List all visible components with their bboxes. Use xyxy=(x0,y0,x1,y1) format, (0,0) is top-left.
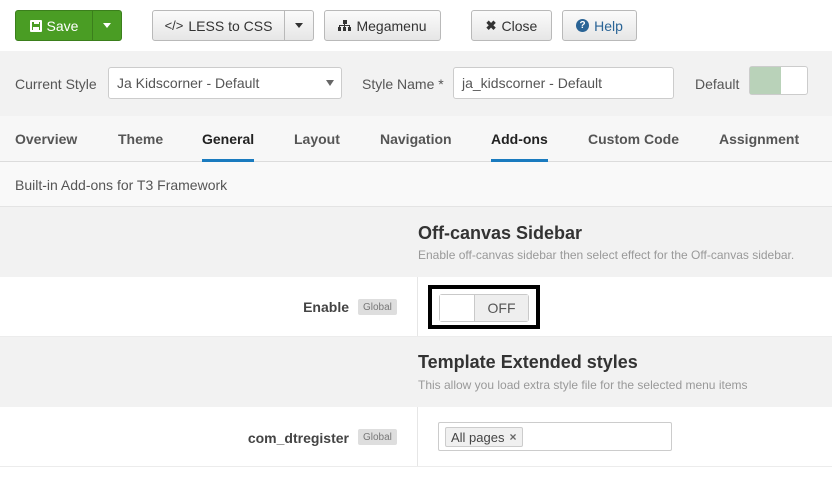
enable-toggle-state: OFF xyxy=(475,295,528,321)
section-title: Off-canvas Sidebar xyxy=(418,223,583,243)
tab-overview-label: Overview xyxy=(15,131,78,147)
tab-layout[interactable]: Layout xyxy=(294,116,340,162)
less-to-css-button[interactable]: </> LESS to CSS xyxy=(152,10,285,41)
save-dropdown-button[interactable] xyxy=(92,10,122,41)
section-header-extended-styles: Template Extended styles This allow you … xyxy=(0,337,832,407)
field-label: Enable xyxy=(303,299,349,315)
tab-assignment-label: Assignment xyxy=(719,131,800,147)
remove-tag-icon[interactable]: × xyxy=(509,430,516,444)
tab-add-ons-label: Add-ons xyxy=(491,131,548,147)
tab-custom-code-label: Custom Code xyxy=(588,131,679,147)
section-subtitle: This allow you load extra style file for… xyxy=(418,378,748,392)
field-label: com_dtregister xyxy=(247,430,349,446)
chevron-down-icon xyxy=(295,23,303,28)
tab-description-text: Built-in Add-ons for T3 Framework xyxy=(15,177,228,193)
field-row-com-dtregister: com_dtregister Global All pages × xyxy=(0,407,832,467)
tab-general-label: General xyxy=(202,131,255,147)
help-button[interactable]: ? Help xyxy=(562,10,637,41)
tab-bar: Overview Theme General Layout Navigation… xyxy=(0,116,832,163)
close-icon: ✖ xyxy=(485,18,497,33)
style-name-label: Style Name * xyxy=(362,76,444,92)
enable-toggle[interactable]: OFF xyxy=(439,294,529,322)
global-badge: Global xyxy=(358,299,397,315)
section-header-offcanvas: Off-canvas Sidebar Enable off-canvas sid… xyxy=(0,207,832,277)
section-subtitle: Enable off-canvas sidebar then select ef… xyxy=(418,248,795,262)
tab-general[interactable]: General xyxy=(202,116,255,163)
tab-theme[interactable]: Theme xyxy=(118,116,163,162)
style-name-input[interactable]: ja_kidscorner - Default xyxy=(453,67,674,99)
megamenu-label: Megamenu xyxy=(356,17,427,34)
tag-label: All pages xyxy=(451,429,505,445)
menu-items-select[interactable]: All pages × xyxy=(438,422,672,451)
style-name-value: ja_kidscorner - Default xyxy=(462,75,603,91)
default-label: Default xyxy=(695,76,740,92)
default-toggle-knob xyxy=(750,67,781,94)
chevron-down-icon xyxy=(103,23,111,28)
help-label: Help xyxy=(594,17,623,34)
megamenu-button[interactable]: Megamenu xyxy=(324,10,441,41)
tab-overview[interactable]: Overview xyxy=(15,116,77,162)
tag-all-pages: All pages × xyxy=(445,427,523,447)
less-to-css-label: LESS to CSS xyxy=(188,17,273,34)
section-title: Template Extended styles xyxy=(418,352,638,372)
default-toggle[interactable] xyxy=(749,66,808,95)
tab-assignment[interactable]: Assignment xyxy=(719,116,799,162)
current-style-select[interactable]: Ja Kidscorner - Default xyxy=(108,67,342,99)
chevron-down-icon xyxy=(326,80,334,86)
tab-description: Built-in Add-ons for T3 Framework xyxy=(0,162,832,207)
toolbar: Save </> LESS to CSS Megamenu ✖ Close ? … xyxy=(0,0,832,51)
save-button[interactable]: Save xyxy=(15,10,93,41)
help-icon: ? xyxy=(576,19,590,32)
save-button-label: Save xyxy=(46,17,79,34)
save-icon xyxy=(29,19,42,32)
sitemap-icon xyxy=(338,20,352,31)
global-badge: Global xyxy=(358,429,397,445)
tab-add-ons[interactable]: Add-ons xyxy=(491,116,548,163)
close-label: Close xyxy=(501,17,538,34)
style-bar: Current Style Ja Kidscorner - Default St… xyxy=(0,51,832,116)
current-style-label: Current Style xyxy=(15,76,97,92)
tab-navigation-label: Navigation xyxy=(380,131,452,147)
enable-toggle-knob xyxy=(440,295,475,321)
field-row-enable: Enable Global OFF xyxy=(0,277,832,337)
tab-navigation[interactable]: Navigation xyxy=(380,116,452,162)
tab-custom-code[interactable]: Custom Code xyxy=(588,116,679,162)
code-icon: </> xyxy=(164,18,184,33)
tab-theme-label: Theme xyxy=(118,131,164,147)
row-divider xyxy=(417,407,418,466)
addons-panel: Off-canvas Sidebar Enable off-canvas sid… xyxy=(0,207,832,494)
less-dropdown-button[interactable] xyxy=(284,10,314,41)
enable-toggle-frame: OFF xyxy=(428,285,540,329)
current-style-value: Ja Kidscorner - Default xyxy=(117,75,260,91)
close-button[interactable]: ✖ Close xyxy=(471,10,552,41)
row-divider xyxy=(417,277,418,336)
tab-layout-label: Layout xyxy=(294,131,340,147)
